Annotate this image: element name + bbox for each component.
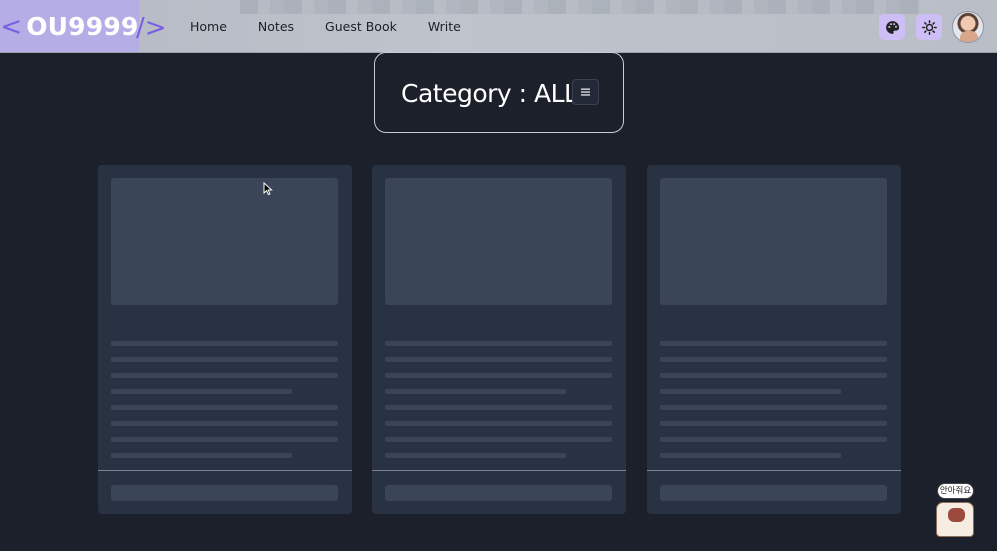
card-thumbnail-placeholder	[660, 178, 887, 305]
card-text-placeholder	[111, 373, 338, 378]
user-avatar[interactable]	[952, 11, 984, 43]
logo-open-bracket: <	[0, 11, 23, 42]
card-text-placeholder	[385, 357, 612, 362]
card-text-placeholder	[385, 341, 612, 346]
card-text-placeholder	[111, 341, 338, 346]
avatar-figure	[960, 31, 978, 42]
card-divider	[647, 470, 901, 471]
nav-write-link[interactable]: Write	[428, 19, 461, 34]
card-text-placeholder	[660, 389, 841, 394]
card-thumbnail-placeholder	[111, 178, 338, 305]
sun-icon	[921, 19, 937, 35]
header-background-image	[240, 0, 920, 14]
card-text-placeholder	[111, 405, 338, 410]
card-text-placeholder	[385, 421, 612, 426]
card-text-placeholder	[385, 453, 566, 458]
post-card-skeleton[interactable]	[647, 165, 901, 514]
card-text-placeholder	[660, 373, 887, 378]
card-text-placeholder	[385, 373, 612, 378]
card-text-placeholder	[385, 389, 566, 394]
theme-palette-button[interactable]	[879, 14, 905, 40]
nav-guest-book-link[interactable]: Guest Book	[325, 19, 397, 34]
card-text-placeholder	[660, 437, 887, 442]
nav-home-link[interactable]: Home	[190, 19, 227, 34]
card-text-placeholder	[111, 357, 338, 362]
top-header: < OU9999 /> Home Notes Guest Book Write	[0, 0, 997, 53]
card-divider	[98, 470, 352, 471]
mouse-cursor-icon	[263, 182, 273, 196]
card-text-placeholder	[660, 421, 887, 426]
post-card-skeleton[interactable]	[372, 165, 626, 514]
site-logo[interactable]: < OU9999	[0, 0, 139, 52]
nav-notes-link[interactable]: Notes	[258, 19, 294, 34]
theme-toggle-button[interactable]	[916, 14, 942, 40]
menu-icon	[581, 88, 590, 96]
category-menu-button[interactable]	[572, 79, 599, 105]
mascot-speech-bubble: 안아줘요	[937, 483, 974, 499]
card-text-placeholder	[660, 405, 887, 410]
main-nav: Home Notes Guest Book Write	[190, 19, 492, 34]
card-thumbnail-placeholder	[385, 178, 612, 305]
mascot-body	[936, 502, 974, 537]
logo-text: OU9999	[26, 12, 139, 41]
logo-close-bracket: />	[136, 13, 167, 43]
category-header: Category : ALL	[374, 52, 624, 133]
category-title: Category : ALL	[401, 79, 578, 108]
card-text-placeholder	[660, 357, 887, 362]
card-text-placeholder	[660, 341, 887, 346]
card-text-placeholder	[385, 405, 612, 410]
card-text-placeholder	[660, 453, 841, 458]
card-divider	[372, 470, 626, 471]
card-text-placeholder	[385, 437, 612, 442]
card-footer-placeholder	[385, 485, 612, 501]
palette-icon	[885, 20, 899, 34]
card-footer-placeholder	[660, 485, 887, 501]
mascot-widget[interactable]: 안아줘요	[930, 480, 980, 540]
card-text-placeholder	[111, 437, 338, 442]
card-text-placeholder	[111, 389, 292, 394]
card-text-placeholder	[111, 453, 292, 458]
mascot-face	[948, 508, 965, 522]
post-card-skeleton[interactable]	[98, 165, 352, 514]
card-footer-placeholder	[111, 485, 338, 501]
card-text-placeholder	[111, 421, 338, 426]
